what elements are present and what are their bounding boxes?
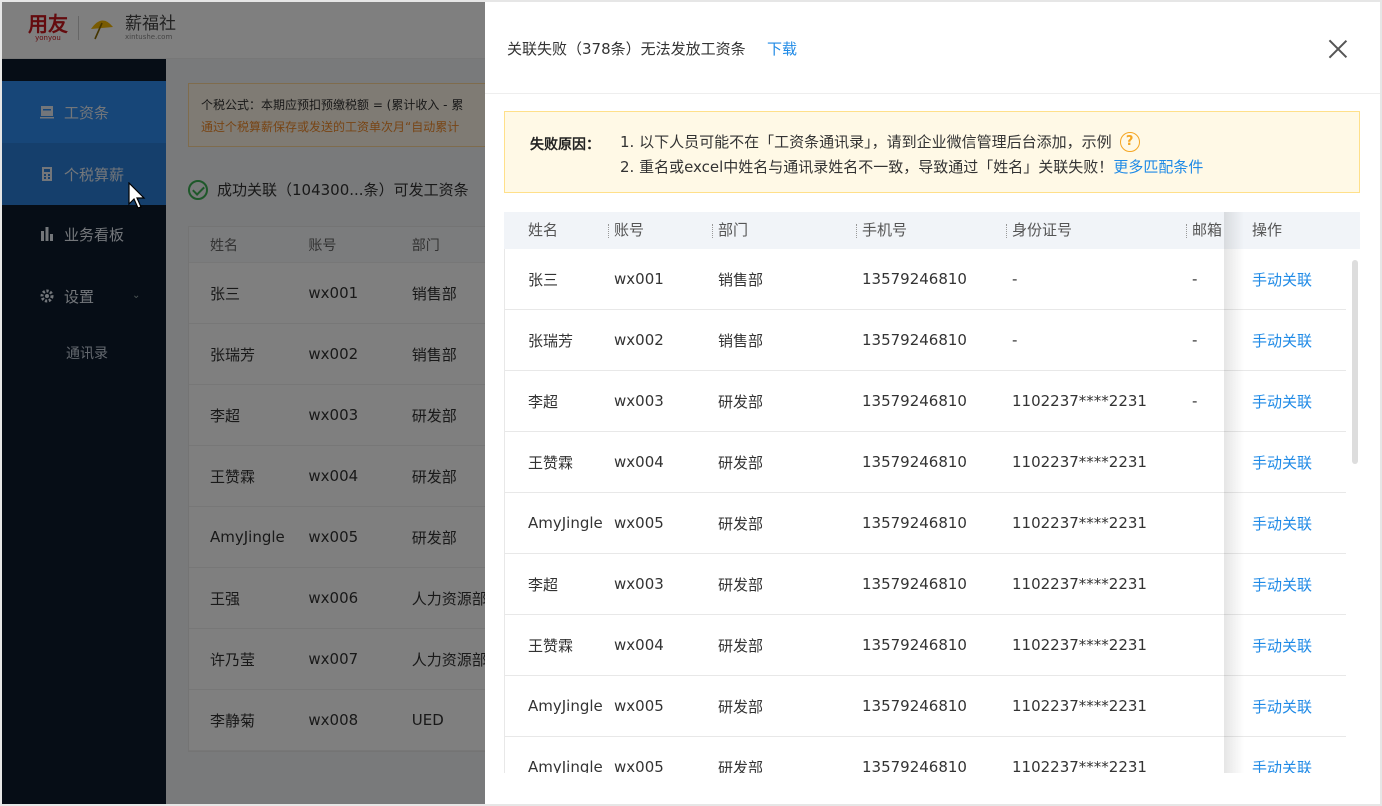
cell-mail: -	[1192, 392, 1198, 410]
cell-name: AmyJingle	[528, 697, 603, 715]
cell-name: AmyJingle	[528, 758, 603, 773]
column-header-name: 姓名	[528, 221, 559, 239]
screen: 用友 yonyou 薪福社 xintushe.com 工资条	[0, 0, 1382, 806]
column-header-op: 操作	[1252, 221, 1283, 239]
cell-phone: 13579246810	[862, 758, 967, 773]
cell-id: 1102237****2231	[1012, 575, 1147, 593]
column-header-phone: 手机号	[856, 212, 1006, 249]
table-row: 王赞霖 wx004 研发部 13579246810 1102237****2231 手动关…	[504, 432, 1346, 493]
cell-dept: 研发部	[718, 514, 764, 533]
cell-id: 1102237****2231	[1012, 697, 1147, 715]
cell-dept: 销售部	[718, 270, 764, 289]
cell-account: wx002	[614, 331, 664, 349]
manual-link-button[interactable]: 手动关联	[1222, 574, 1346, 595]
cell-mail: -	[1192, 270, 1198, 288]
table-row: 李超 wx003 研发部 13579246810 1102237****2231 手动关联	[504, 554, 1346, 615]
cell-name: 王赞霖	[528, 453, 574, 472]
cell-dept: 研发部	[718, 636, 764, 655]
manual-link-button[interactable]: 手动关联	[1222, 635, 1346, 656]
cell-name: 李超	[528, 575, 559, 594]
cell-account: wx003	[614, 392, 664, 410]
manual-link-button[interactable]: 手动关联	[1222, 391, 1346, 412]
cell-mail: -	[1192, 331, 1198, 349]
cell-phone: 13579246810	[862, 697, 967, 715]
cell-phone: 13579246810	[862, 270, 967, 288]
cell-phone: 13579246810	[862, 392, 967, 410]
cell-account: wx005	[614, 758, 664, 773]
reason-text-2: 2. 重名或excel中姓名与通讯录姓名不一致，导致通过「姓名」关联失败！	[620, 158, 1114, 176]
cell-id: -	[1012, 270, 1018, 288]
cell-phone: 13579246810	[862, 636, 967, 654]
cell-name: 张三	[528, 270, 559, 289]
cell-phone: 13579246810	[862, 575, 967, 593]
mouse-cursor-icon	[128, 182, 146, 209]
drawer-header: 关联失败（378条）无法发放工资条 下载	[485, 2, 1380, 94]
help-icon[interactable]: ?	[1119, 131, 1140, 152]
cell-name: 王赞霖	[528, 636, 574, 655]
cell-phone: 13579246810	[862, 453, 967, 471]
table-row: AmyJingle wx005 研发部 13579246810 1102237****2…	[504, 493, 1346, 554]
table-row: 张三 wx001 销售部 13579246810 - - 手动关联	[504, 249, 1346, 310]
cell-dept: 研发部	[718, 697, 764, 716]
table-row: AmyJingle wx005 研发部 13579246810 1102237****2…	[504, 676, 1346, 737]
cell-id: 1102237****2231	[1012, 392, 1147, 410]
column-header-account: 账号	[608, 212, 712, 249]
manual-link-button[interactable]: 手动关联	[1222, 330, 1346, 351]
manual-link-button[interactable]: 手动关联	[1222, 757, 1346, 774]
table-row: 张瑞芳 wx002 销售部 13579246810 - - 手动关联	[504, 310, 1346, 371]
cell-dept: 研发部	[718, 575, 764, 594]
cell-phone: 13579246810	[862, 514, 967, 532]
more-match-conditions-link[interactable]: 更多匹配条件	[1113, 158, 1203, 176]
download-link[interactable]: 下载	[767, 38, 797, 59]
failed-association-drawer: 关联失败（378条）无法发放工资条 下载 失败原因： 1. 以下人员可能不在「工…	[485, 2, 1380, 804]
cell-id: -	[1012, 331, 1018, 349]
scrollbar-thumb[interactable]	[1352, 260, 1358, 464]
cell-account: wx004	[614, 636, 664, 654]
modal-mask[interactable]	[2, 2, 485, 804]
table-row: 王赞霖 wx004 研发部 13579246810 1102237****2231 手动关…	[504, 615, 1346, 676]
cell-name: 李超	[528, 392, 559, 411]
cell-account: wx004	[614, 453, 664, 471]
table-row: 李超 wx003 研发部 13579246810 1102237****2231 - 手动关…	[504, 371, 1346, 432]
cell-dept: 研发部	[718, 453, 764, 472]
cell-id: 1102237****2231	[1012, 636, 1147, 654]
reason-line-2: 2. 重名或excel中姓名与通讯录姓名不一致，导致通过「姓名」关联失败！更多匹…	[620, 156, 1203, 177]
column-header-id: 身份证号	[1006, 212, 1186, 249]
close-icon[interactable]	[1327, 38, 1349, 60]
failed-table: 姓名 账号 部门 手机号 身份证号 邮箱 操作 张三 wx001 销售部 135792…	[504, 212, 1360, 773]
reason-label: 失败原因：	[530, 137, 600, 153]
table-body: 张三 wx001 销售部 13579246810- - 手动关联 张瑞芳 wx002 销售部 13…	[504, 249, 1346, 773]
cell-account: wx003	[614, 575, 664, 593]
table-header: 姓名 账号 部门 手机号 身份证号 邮箱 操作	[504, 212, 1360, 249]
table-row: AmyJingle wx005 研发部 13579246810 1102237****2…	[504, 737, 1346, 773]
cell-id: 1102237****2231	[1012, 514, 1147, 532]
cell-dept: 销售部	[718, 331, 764, 350]
cell-name: AmyJingle	[528, 514, 603, 532]
manual-link-button[interactable]: 手动关联	[1222, 269, 1346, 290]
reason-line-1: 1. 以下人员可能不在「工资条通讯录」，请到企业微信管理后台添加，示例 ?	[620, 131, 1140, 152]
cell-account: wx005	[614, 697, 664, 715]
column-header-dept: 部门	[712, 212, 856, 249]
manual-link-button[interactable]: 手动关联	[1222, 696, 1346, 717]
cell-dept: 研发部	[718, 758, 764, 774]
drawer-title: 关联失败（378条）无法发放工资条	[507, 40, 746, 58]
failure-reason-box: 失败原因： 1. 以下人员可能不在「工资条通讯录」，请到企业微信管理后台添加，示…	[504, 111, 1360, 193]
manual-link-button[interactable]: 手动关联	[1222, 513, 1346, 534]
cell-id: 1102237****2231	[1012, 758, 1147, 773]
reason-text-1: 1. 以下人员可能不在「工资条通讯录」，请到企业微信管理后台添加，示例	[620, 133, 1112, 151]
column-header-mail: 邮箱	[1186, 212, 1222, 249]
manual-link-button[interactable]: 手动关联	[1222, 452, 1346, 473]
cell-dept: 研发部	[718, 392, 764, 411]
cell-phone: 13579246810	[862, 331, 967, 349]
cell-id: 1102237****2231	[1012, 453, 1147, 471]
cell-account: wx005	[614, 514, 664, 532]
cell-account: wx001	[614, 270, 664, 288]
cell-name: 张瑞芳	[528, 331, 574, 350]
